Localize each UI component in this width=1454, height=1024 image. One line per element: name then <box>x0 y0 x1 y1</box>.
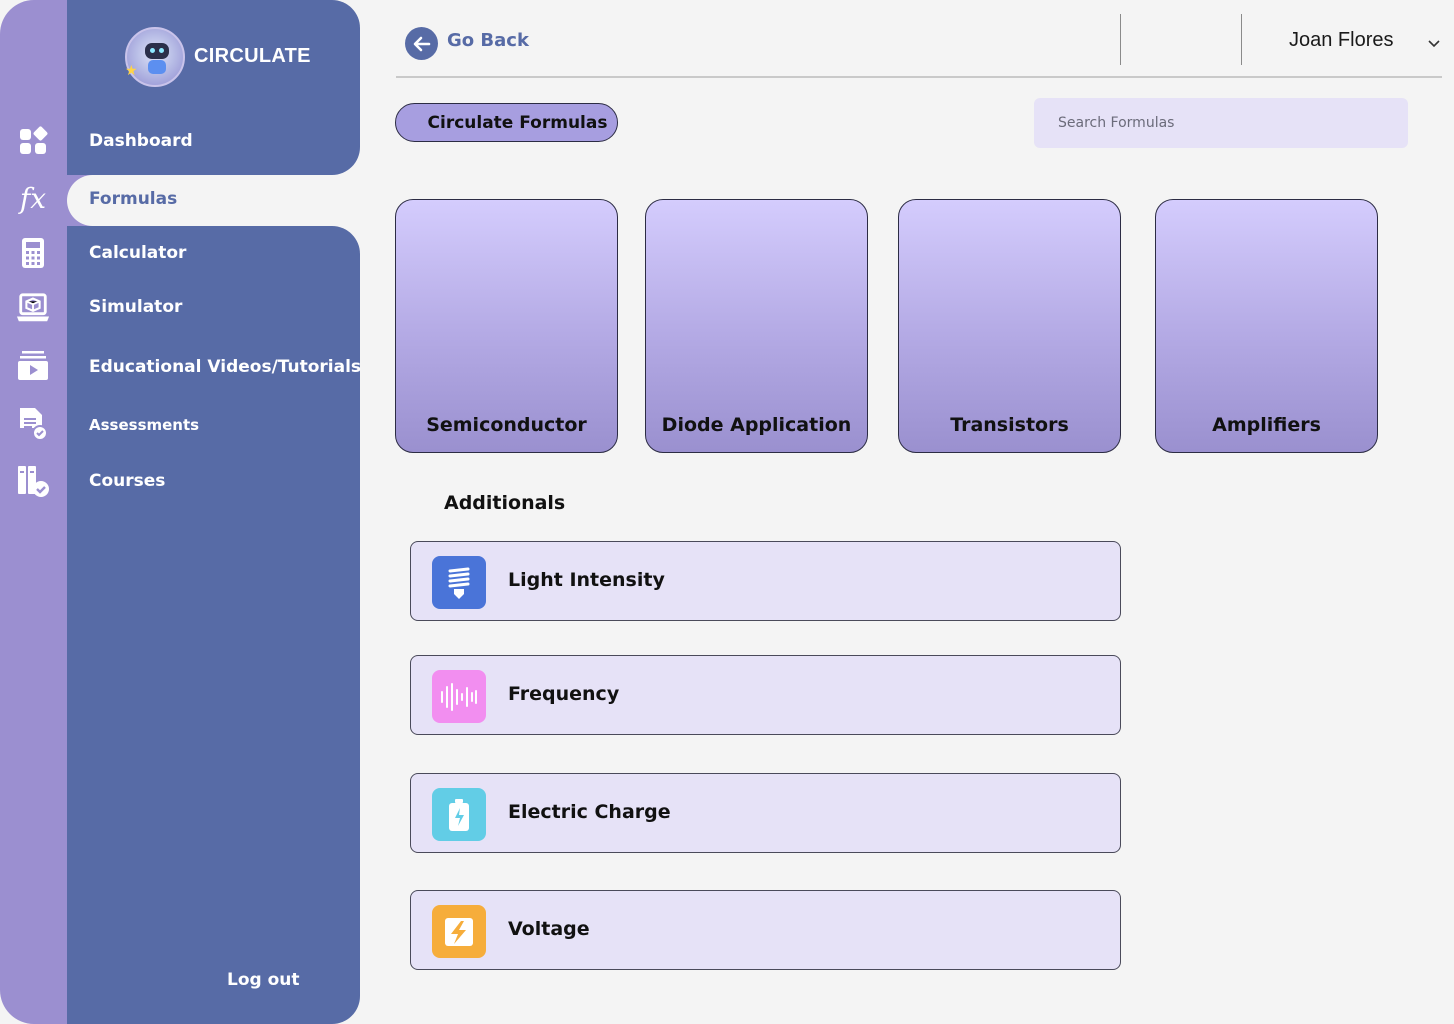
sidebar-item-formulas[interactable]: Formulas <box>89 189 177 209</box>
function-icon[interactable]: fx <box>16 181 50 215</box>
brand-name: CIRCULATE <box>194 45 311 67</box>
sound-wave-icon <box>432 670 486 723</box>
category-card-semiconductor[interactable]: Semiconductor <box>395 199 618 453</box>
light-bulb-icon <box>432 556 486 609</box>
robot-logo-icon[interactable]: ★ <box>125 27 185 87</box>
category-card-diode-application[interactable]: Diode Application <box>645 199 868 453</box>
calculator-icon[interactable] <box>16 236 50 270</box>
sidebar-item-assessments[interactable]: Assessments <box>89 416 199 434</box>
sidebar-item-calculator[interactable]: Calculator <box>89 243 186 263</box>
header-divider <box>1120 14 1121 65</box>
category-label: Amplifiers <box>1212 414 1321 436</box>
lightning-icon <box>432 905 486 958</box>
sidebar-item-simulator[interactable]: Simulator <box>89 297 182 317</box>
additionals-heading: Additionals <box>444 492 566 514</box>
additional-item-label: Light Intensity <box>508 569 665 591</box>
back-arrow-icon[interactable] <box>405 27 438 60</box>
user-name[interactable]: Joan Flores <box>1289 29 1394 52</box>
additional-item-electric-charge[interactable]: Electric Charge <box>410 773 1121 853</box>
category-label: Semiconductor <box>426 414 587 436</box>
sidebar-panel-bottom <box>67 226 360 1024</box>
additional-item-voltage[interactable]: Voltage <box>410 890 1121 970</box>
category-label: Diode Application <box>661 414 852 436</box>
video-icon[interactable] <box>16 348 50 382</box>
category-card-amplifiers[interactable]: Amplifiers <box>1155 199 1378 453</box>
additional-item-label: Frequency <box>508 683 620 705</box>
chevron-down-icon[interactable] <box>1428 33 1440 52</box>
courses-icon[interactable] <box>16 464 50 498</box>
additional-item-light-intensity[interactable]: Light Intensity <box>410 541 1121 621</box>
assessment-icon[interactable] <box>16 407 50 441</box>
sidebar-item-courses[interactable]: Courses <box>89 471 165 491</box>
search-input[interactable] <box>1034 98 1408 148</box>
category-card-transistors[interactable]: Transistors <box>898 199 1121 453</box>
header-divider-line <box>396 76 1442 78</box>
header-divider <box>1241 14 1242 65</box>
sidebar-item-videos[interactable]: Educational Videos/Tutorials <box>89 357 361 377</box>
additional-item-label: Electric Charge <box>508 801 671 823</box>
logout-button[interactable]: Log out <box>227 970 300 990</box>
go-back-button[interactable]: Go Back <box>447 30 529 51</box>
battery-charge-icon <box>432 788 486 841</box>
category-label: Transistors <box>950 414 1069 436</box>
additional-item-frequency[interactable]: Frequency <box>410 655 1121 735</box>
laptop-box-icon[interactable] <box>16 291 50 325</box>
circulate-formulas-tab[interactable]: Circulate Formulas <box>395 103 618 142</box>
additional-item-label: Voltage <box>508 918 590 940</box>
sidebar-item-dashboard[interactable]: Dashboard <box>89 131 193 151</box>
dashboard-icon[interactable] <box>16 124 50 158</box>
